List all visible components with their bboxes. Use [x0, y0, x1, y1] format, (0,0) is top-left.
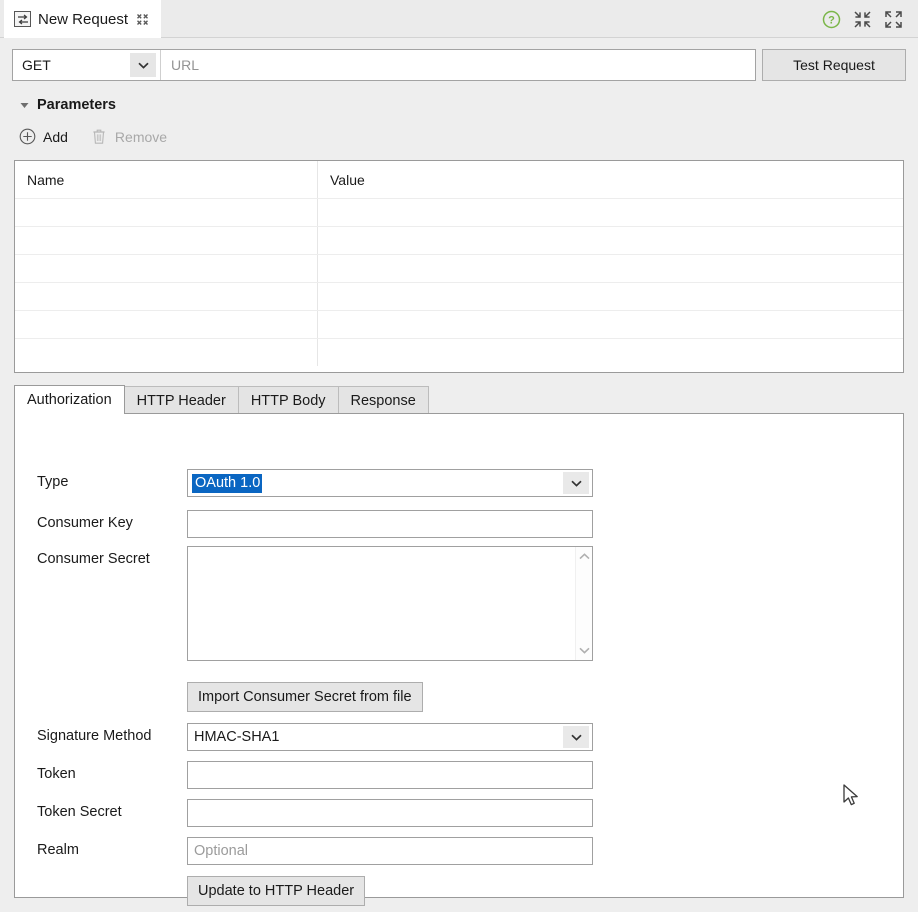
import-consumer-secret-button[interactable]: Import Consumer Secret from file	[187, 682, 423, 712]
token-secret-label: Token Secret	[37, 804, 122, 820]
table-row[interactable]	[15, 310, 903, 338]
cell-value[interactable]	[318, 255, 903, 282]
request-exchange-icon	[14, 11, 31, 27]
table-row[interactable]	[15, 198, 903, 226]
maximize-icon[interactable]	[883, 9, 904, 30]
method-url-combo-group: GET	[12, 49, 756, 81]
url-input[interactable]	[161, 50, 755, 80]
cell-name[interactable]	[15, 339, 318, 366]
trash-icon	[90, 127, 109, 146]
consumer-secret-scrollbar[interactable]	[575, 547, 592, 660]
parameters-table[interactable]: Name Value	[14, 160, 904, 373]
plus-circle-icon	[18, 127, 37, 146]
request-editor-window: New Request ? GET URL Test Request Param…	[0, 0, 918, 912]
chevron-down-icon	[563, 472, 589, 494]
scroll-down-icon[interactable]	[577, 644, 592, 657]
url-row: GET Test Request	[12, 49, 906, 81]
test-request-button[interactable]: Test Request	[762, 49, 906, 81]
cell-value[interactable]	[318, 199, 903, 226]
request-body-panel: GET Test Request Parameters	[6, 45, 912, 906]
parameters-toolbar: Add Remove	[18, 127, 167, 146]
parameters-section-header[interactable]: Parameters	[20, 97, 116, 113]
table-row[interactable]	[15, 282, 903, 310]
token-field[interactable]	[187, 761, 593, 789]
cell-value[interactable]	[318, 227, 903, 254]
cell-name[interactable]	[15, 255, 318, 282]
tab-http-body-label: HTTP Body	[250, 392, 326, 409]
close-icon[interactable]	[135, 12, 149, 26]
add-parameter-button[interactable]: Add	[18, 127, 68, 146]
chevron-down-icon	[563, 726, 589, 748]
token-secret-field[interactable]	[187, 799, 593, 827]
update-to-http-header-button[interactable]: Update to HTTP Header	[187, 876, 366, 906]
remove-parameter-label: Remove	[114, 128, 168, 145]
tab-response[interactable]: Response	[337, 386, 429, 414]
parameters-section-label: Parameters	[37, 97, 116, 113]
cell-name[interactable]	[15, 199, 318, 226]
consumer-key-field[interactable]	[187, 510, 593, 538]
import-control: Import Consumer Secret from file	[187, 682, 423, 712]
tab-authorization[interactable]: Authorization	[14, 385, 125, 414]
scroll-up-icon[interactable]	[577, 550, 592, 563]
type-select[interactable]: OAuth 1.0	[187, 469, 593, 497]
chevron-down-icon	[130, 53, 156, 77]
consumer-secret-label: Consumer Secret	[37, 551, 150, 567]
cell-value[interactable]	[318, 283, 903, 310]
minimize-icon[interactable]	[852, 9, 873, 30]
column-header-name[interactable]: Name	[15, 161, 318, 198]
cell-value[interactable]	[318, 311, 903, 338]
realm-control	[187, 837, 593, 865]
http-method-value: GET	[22, 57, 51, 73]
column-header-value[interactable]: Value	[318, 161, 903, 198]
consumer-secret-control	[187, 546, 593, 661]
svg-text:?: ?	[828, 15, 835, 27]
http-method-select[interactable]: GET	[13, 50, 161, 80]
tab-http-header-label: HTTP Header	[136, 392, 226, 409]
type-value: OAuth 1.0	[192, 474, 263, 493]
parameters-table-header: Name Value	[15, 161, 903, 198]
signature-method-label: Signature Method	[37, 728, 152, 744]
token-secret-control	[187, 799, 593, 827]
tab-response-label: Response	[350, 392, 416, 409]
remove-parameter-button: Remove	[90, 127, 167, 146]
signature-method-select[interactable]: HMAC-SHA1	[187, 723, 593, 751]
consumer-key-label: Consumer Key	[37, 515, 133, 531]
detail-tab-strip: Authorization HTTP Header HTTP Body Resp…	[14, 385, 429, 414]
chevron-down-icon	[20, 101, 29, 110]
realm-field[interactable]	[187, 837, 593, 865]
tab-http-body[interactable]: HTTP Body	[237, 386, 339, 414]
detail-tab-folder: Authorization HTTP Header HTTP Body Resp…	[14, 385, 904, 906]
authorization-form: Type OAuth 1.0 Consumer Key Consumer Sec…	[15, 414, 903, 906]
cell-name[interactable]	[15, 283, 318, 310]
consumer-secret-field[interactable]	[188, 547, 575, 660]
update-control: Update to HTTP Header	[187, 876, 366, 906]
consumer-key-control	[187, 510, 593, 538]
type-label: Type	[37, 474, 69, 490]
token-control	[187, 761, 593, 789]
editor-tab-label: New Request	[38, 10, 129, 28]
token-label: Token	[37, 766, 76, 782]
realm-label: Realm	[37, 842, 79, 858]
add-parameter-label: Add	[43, 128, 68, 145]
editor-tab-bar: New Request ?	[0, 0, 918, 38]
view-toolbar: ?	[821, 9, 904, 30]
table-row[interactable]	[15, 338, 903, 366]
tab-authorization-label: Authorization	[27, 392, 112, 408]
editor-tab-new-request[interactable]: New Request	[4, 0, 162, 38]
help-icon[interactable]: ?	[821, 9, 842, 30]
cell-name[interactable]	[15, 227, 318, 254]
cell-name[interactable]	[15, 311, 318, 338]
table-row[interactable]	[15, 226, 903, 254]
signature-method-value: HMAC-SHA1	[194, 729, 280, 745]
authorization-panel: Type OAuth 1.0 Consumer Key Consumer Sec…	[14, 413, 904, 906]
table-row[interactable]	[15, 254, 903, 282]
tab-http-header[interactable]: HTTP Header	[123, 386, 239, 414]
cell-value[interactable]	[318, 339, 903, 366]
